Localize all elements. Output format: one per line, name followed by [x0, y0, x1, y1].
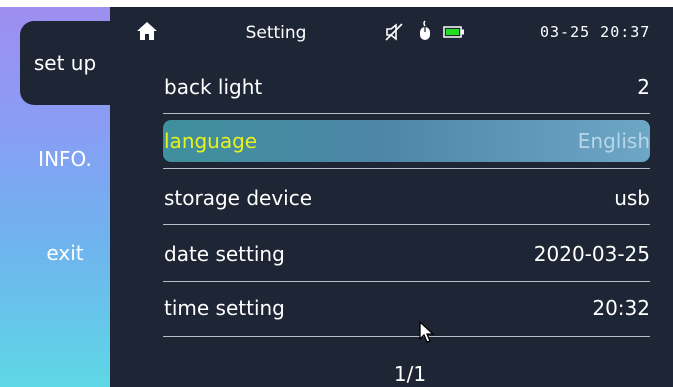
setting-value: 2: [637, 75, 650, 99]
home-icon[interactable]: [136, 21, 158, 41]
setting-value: 20:32: [592, 296, 650, 320]
setting-label: time setting: [164, 296, 285, 320]
page-indicator: 1/1: [393, 362, 427, 386]
divider: [163, 336, 650, 337]
device-screen: set up INFO. exit Setting 03-25 20:37 ba…: [0, 7, 673, 387]
divider: [163, 168, 650, 169]
setting-value: English: [577, 129, 650, 153]
setting-label: storage device: [164, 186, 313, 210]
setting-row-back-light[interactable]: back light 2: [163, 63, 650, 111]
settings-panel: Setting 03-25 20:37 back light 2 languag…: [110, 7, 673, 387]
divider: [163, 224, 650, 225]
sidebar-item-label: INFO.: [38, 147, 92, 171]
setting-value: 2020-03-25: [533, 242, 650, 266]
setting-row-time-setting[interactable]: time setting 20:32: [163, 284, 650, 332]
setting-row-storage-device[interactable]: storage device usb: [163, 174, 650, 222]
sidebar-item-info[interactable]: INFO.: [20, 117, 118, 201]
sidebar-item-label: exit: [46, 241, 84, 265]
setting-row-language[interactable]: language English: [163, 120, 650, 162]
sidebar-item-setup[interactable]: set up: [20, 21, 128, 105]
clock-readout: 03-25 20:37: [540, 23, 651, 41]
setting-label: date setting: [164, 242, 285, 266]
setting-value: usb: [614, 186, 650, 210]
sidebar-item-label: set up: [33, 51, 97, 75]
page-title: Setting: [245, 23, 307, 43]
setting-label: language: [164, 129, 258, 153]
mouse-cursor-icon: [419, 320, 435, 343]
sidebar-item-exit[interactable]: exit: [20, 211, 118, 295]
setting-label: back light: [164, 75, 263, 99]
mute-icon: [385, 23, 403, 41]
divider: [163, 113, 650, 114]
battery-icon: [443, 26, 464, 38]
setting-row-date-setting[interactable]: date setting 2020-03-25: [163, 230, 650, 278]
sidebar: set up INFO. exit: [0, 7, 128, 387]
mouse-icon: [420, 20, 430, 40]
status-bar: Setting 03-25 20:37: [110, 7, 673, 47]
divider: [163, 281, 650, 282]
